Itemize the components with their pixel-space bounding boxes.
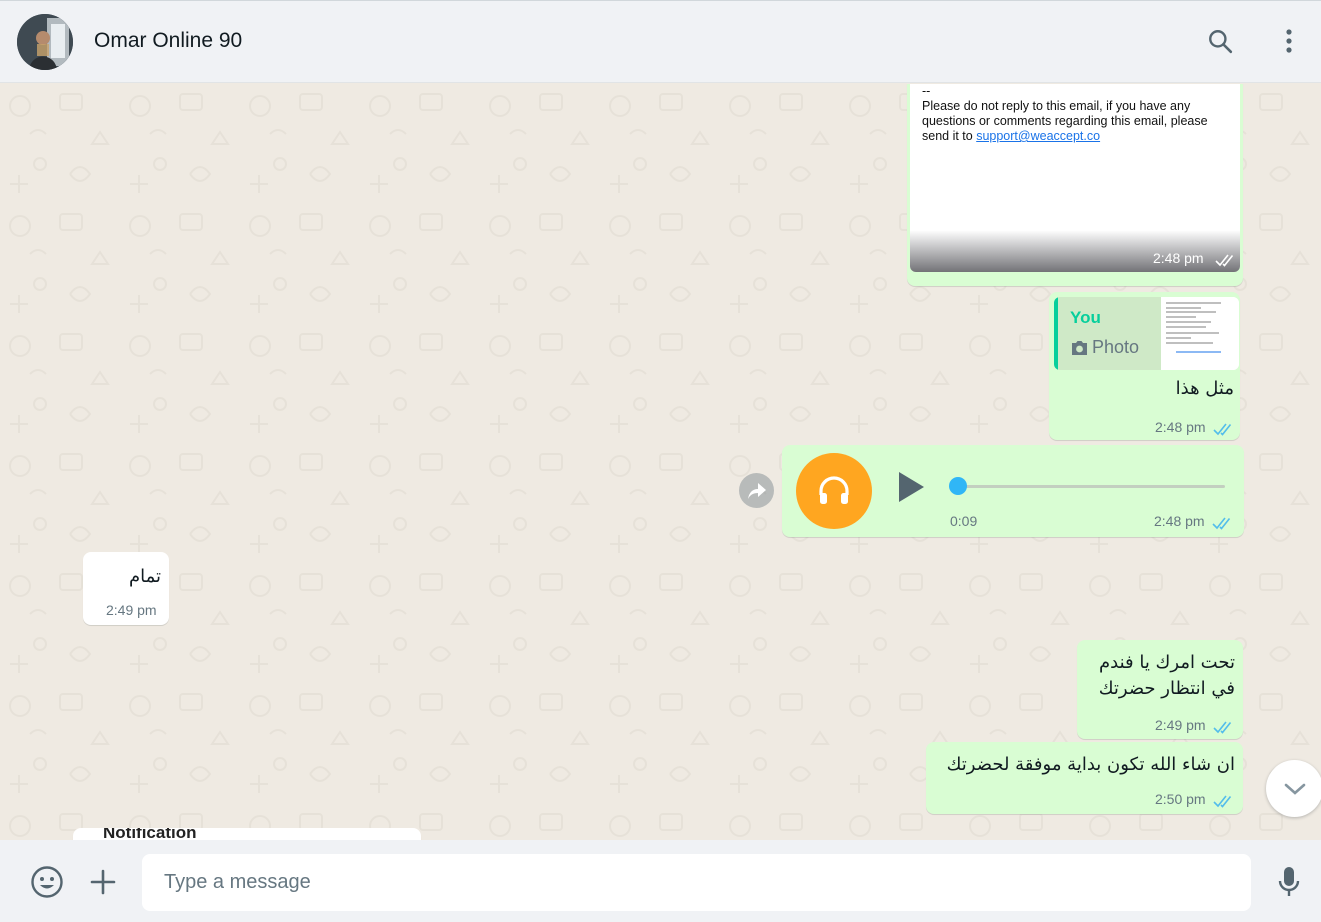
outgoing-message[interactable]: ان شاء الله تكون بداية موفقة لحضرتك 2:50…: [926, 742, 1243, 814]
contact-avatar[interactable]: [17, 14, 73, 70]
message-time: 2:50 pm: [1155, 791, 1206, 807]
audio-duration: 0:09: [950, 513, 978, 529]
menu-button[interactable]: [1273, 25, 1305, 57]
double-check-icon: [1213, 423, 1232, 436]
email-text: -- Please do not reply to this email, if…: [922, 84, 1208, 143]
forward-icon: [747, 482, 766, 499]
play-icon[interactable]: [896, 470, 926, 504]
chevron-down-icon: [1284, 783, 1305, 795]
quote-type: Photo: [1092, 337, 1140, 357]
audio-progress-track[interactable]: [952, 485, 1225, 488]
camera-icon: [1072, 341, 1087, 355]
attach-button[interactable]: [85, 864, 121, 900]
quote-accent-bar: [1054, 297, 1058, 370]
quote-thumbnail: [1161, 297, 1239, 370]
headphones-icon: [819, 476, 849, 504]
outgoing-message[interactable]: تحت امرك يا فندم في انتظار حضرتك 2:49 pm: [1077, 640, 1243, 739]
incoming-message[interactable]: تمام 2:49 pm: [83, 552, 169, 625]
quote-author: You: [1070, 308, 1101, 327]
double-check-icon: [1215, 254, 1234, 267]
double-check-icon: [1213, 795, 1232, 808]
message-text: مثل هذا: [1175, 378, 1234, 399]
message-text: تمام: [128, 566, 161, 587]
emoji-icon: [31, 866, 63, 898]
support-email-link: support@weaccept.co: [976, 129, 1101, 143]
voice-message[interactable]: 0:09 2:48 pm: [782, 445, 1244, 537]
search-icon: [1209, 30, 1233, 54]
reply-message[interactable]: You Photo مثل هذا 2:48 pm: [1049, 292, 1240, 440]
message-time: 2:49 pm: [106, 602, 157, 618]
message-time: 2:49 pm: [1155, 717, 1206, 733]
compose-bar: [0, 840, 1321, 922]
chat-header: Omar Online 90: [0, 0, 1321, 83]
forward-button[interactable]: [739, 473, 774, 508]
message-time: 2:48 pm: [1154, 513, 1205, 529]
voice-record-button[interactable]: [1271, 864, 1307, 900]
image-message[interactable]: -- Please do not reply to this email, if…: [907, 84, 1243, 286]
double-check-icon: [1212, 517, 1231, 530]
kebab-menu-icon: [1286, 29, 1292, 53]
emoji-button[interactable]: [29, 864, 65, 900]
contact-name[interactable]: Omar Online 90: [94, 29, 242, 53]
audio-progress-knob[interactable]: [949, 477, 967, 495]
message-text: Notification: [103, 828, 197, 840]
message-input[interactable]: [142, 854, 1251, 911]
quoted-message[interactable]: You Photo: [1054, 297, 1239, 370]
chat-area[interactable]: -- Please do not reply to this email, if…: [0, 84, 1321, 840]
voice-avatar: [796, 453, 872, 529]
message-time: 2:48 pm: [1155, 419, 1206, 435]
email-screenshot-image[interactable]: -- Please do not reply to this email, if…: [910, 84, 1240, 272]
message-text-line-1: تحت امرك يا فندم: [1098, 652, 1235, 673]
message-time: 2:48 pm: [1153, 250, 1204, 266]
double-check-icon: [1213, 721, 1232, 734]
message-text-line-2: في انتظار حضرتك: [1098, 678, 1235, 699]
scroll-to-bottom-button[interactable]: [1266, 760, 1321, 817]
incoming-message-partial[interactable]: Notification: [73, 828, 421, 840]
plus-icon: [90, 869, 116, 895]
search-button[interactable]: [1204, 25, 1236, 57]
message-text: ان شاء الله تكون بداية موفقة لحضرتك: [946, 754, 1235, 775]
microphone-icon: [1278, 867, 1300, 896]
